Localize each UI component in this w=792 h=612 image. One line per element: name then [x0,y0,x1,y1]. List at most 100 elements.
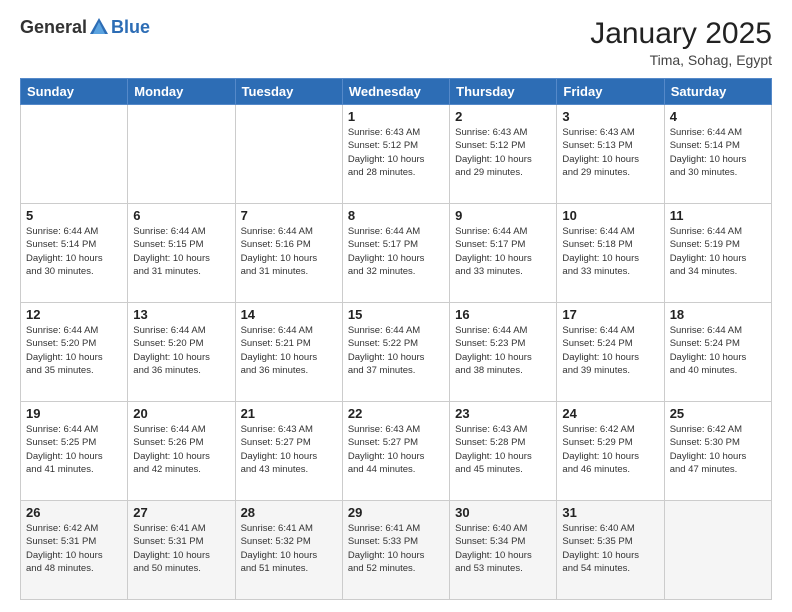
table-cell: 31 Sunrise: 6:40 AM Sunset: 5:35 PM Dayli… [557,501,664,600]
day-info: Sunrise: 6:44 AM Sunset: 5:26 PM Dayligh… [133,423,229,476]
table-cell: 6Sunrise: 6:44 AM Sunset: 5:15 PM Daylig… [128,204,235,303]
calendar-week-row: 1 Sunrise: 6:43 AM Sunset: 5:12 PM Daylig… [21,105,772,204]
day-number: 31 [562,505,658,520]
table-cell [235,105,342,204]
day-number: 30 [455,505,551,520]
table-cell: 15Sunrise: 6:44 AM Sunset: 5:22 PM Dayli… [342,303,449,402]
table-cell [128,105,235,204]
day-number: 12 [26,307,122,322]
day-info: Sunrise: 6:44 AM Sunset: 5:16 PM Dayligh… [241,225,337,278]
logo-icon [88,16,110,38]
table-cell: 27Sunrise: 6:41 AM Sunset: 5:31 PM Dayli… [128,501,235,600]
day-info: Sunrise: 6:44 AM Sunset: 5:20 PM Dayligh… [133,324,229,377]
day-number: 24 [562,406,658,421]
header-sunday: Sunday [21,79,128,105]
day-number: 8 [348,208,444,223]
month-title: January 2025 [590,16,772,52]
day-number: 29 [348,505,444,520]
day-info: Sunrise: 6:43 AM Sunset: 5:12 PM Dayligh… [455,126,551,179]
day-info: Sunrise: 6:44 AM Sunset: 5:18 PM Dayligh… [562,225,658,278]
table-cell: 29 Sunrise: 6:41 AM Sunset: 5:33 PM Dayli… [342,501,449,600]
day-info: Sunrise: 6:41 AM Sunset: 5:32 PM Dayligh… [241,522,337,575]
day-number: 11 [670,208,766,223]
day-number: 27 [133,505,229,520]
day-number: 2 [455,109,551,124]
table-cell: 11 Sunrise: 6:44 AM Sunset: 5:19 PM Dayli… [664,204,771,303]
day-info: Sunrise: 6:44 AM Sunset: 5:17 PM Dayligh… [348,225,444,278]
table-cell: 13Sunrise: 6:44 AM Sunset: 5:20 PM Dayli… [128,303,235,402]
day-number: 7 [241,208,337,223]
table-cell [664,501,771,600]
day-info: Sunrise: 6:41 AM Sunset: 5:33 PM Dayligh… [348,522,444,575]
day-info: Sunrise: 6:43 AM Sunset: 5:27 PM Dayligh… [348,423,444,476]
table-cell: 8 Sunrise: 6:44 AM Sunset: 5:17 PM Daylig… [342,204,449,303]
logo-general: General [20,17,87,38]
table-cell: 20 Sunrise: 6:44 AM Sunset: 5:26 PM Dayli… [128,402,235,501]
header-friday: Friday [557,79,664,105]
day-number: 21 [241,406,337,421]
day-number: 16 [455,307,551,322]
table-cell: 24 Sunrise: 6:42 AM Sunset: 5:29 PM Dayli… [557,402,664,501]
day-info: Sunrise: 6:44 AM Sunset: 5:22 PM Dayligh… [348,324,444,377]
table-cell: 5 Sunrise: 6:44 AM Sunset: 5:14 PM Daylig… [21,204,128,303]
table-cell: 28Sunrise: 6:41 AM Sunset: 5:32 PM Dayli… [235,501,342,600]
table-cell: 21 Sunrise: 6:43 AM Sunset: 5:27 PM Dayli… [235,402,342,501]
day-info: Sunrise: 6:44 AM Sunset: 5:17 PM Dayligh… [455,225,551,278]
day-info: Sunrise: 6:44 AM Sunset: 5:20 PM Dayligh… [26,324,122,377]
location-title: Tima, Sohag, Egypt [590,52,772,68]
header-thursday: Thursday [450,79,557,105]
table-cell: 7 Sunrise: 6:44 AM Sunset: 5:16 PM Daylig… [235,204,342,303]
table-cell: 19 Sunrise: 6:44 AM Sunset: 5:25 PM Dayli… [21,402,128,501]
table-cell: 17 Sunrise: 6:44 AM Sunset: 5:24 PM Dayli… [557,303,664,402]
day-info: Sunrise: 6:44 AM Sunset: 5:25 PM Dayligh… [26,423,122,476]
table-cell: 30 Sunrise: 6:40 AM Sunset: 5:34 PM Dayli… [450,501,557,600]
table-cell: 23 Sunrise: 6:43 AM Sunset: 5:28 PM Dayli… [450,402,557,501]
table-cell: 25Sunrise: 6:42 AM Sunset: 5:30 PM Dayli… [664,402,771,501]
calendar-week-row: 12 Sunrise: 6:44 AM Sunset: 5:20 PM Dayli… [21,303,772,402]
calendar-week-row: 5 Sunrise: 6:44 AM Sunset: 5:14 PM Daylig… [21,204,772,303]
header-tuesday: Tuesday [235,79,342,105]
table-cell: 1 Sunrise: 6:43 AM Sunset: 5:12 PM Daylig… [342,105,449,204]
day-info: Sunrise: 6:44 AM Sunset: 5:14 PM Dayligh… [670,126,766,179]
day-number: 5 [26,208,122,223]
logo: General Blue [20,16,150,38]
day-info: Sunrise: 6:40 AM Sunset: 5:34 PM Dayligh… [455,522,551,575]
day-info: Sunrise: 6:43 AM Sunset: 5:27 PM Dayligh… [241,423,337,476]
day-info: Sunrise: 6:42 AM Sunset: 5:31 PM Dayligh… [26,522,122,575]
day-info: Sunrise: 6:43 AM Sunset: 5:12 PM Dayligh… [348,126,444,179]
header-monday: Monday [128,79,235,105]
day-number: 9 [455,208,551,223]
day-number: 1 [348,109,444,124]
table-cell [21,105,128,204]
calendar-page: General Blue January 2025 Tima, Sohag, E… [0,0,792,612]
table-cell: 12 Sunrise: 6:44 AM Sunset: 5:20 PM Dayli… [21,303,128,402]
table-cell: 4 Sunrise: 6:44 AM Sunset: 5:14 PM Daylig… [664,105,771,204]
day-info: Sunrise: 6:40 AM Sunset: 5:35 PM Dayligh… [562,522,658,575]
table-cell: 10 Sunrise: 6:44 AM Sunset: 5:18 PM Dayli… [557,204,664,303]
day-info: Sunrise: 6:44 AM Sunset: 5:24 PM Dayligh… [562,324,658,377]
day-info: Sunrise: 6:44 AM Sunset: 5:15 PM Dayligh… [133,225,229,278]
table-cell: 14Sunrise: 6:44 AM Sunset: 5:21 PM Dayli… [235,303,342,402]
logo-blue: Blue [111,17,150,38]
day-info: Sunrise: 6:44 AM Sunset: 5:14 PM Dayligh… [26,225,122,278]
table-cell: 18Sunrise: 6:44 AM Sunset: 5:24 PM Dayli… [664,303,771,402]
day-number: 4 [670,109,766,124]
day-info: Sunrise: 6:44 AM Sunset: 5:19 PM Dayligh… [670,225,766,278]
day-number: 10 [562,208,658,223]
day-number: 20 [133,406,229,421]
calendar-table: Sunday Monday Tuesday Wednesday Thursday… [20,78,772,600]
day-number: 14 [241,307,337,322]
weekday-header-row: Sunday Monday Tuesday Wednesday Thursday… [21,79,772,105]
day-info: Sunrise: 6:42 AM Sunset: 5:29 PM Dayligh… [562,423,658,476]
header-wednesday: Wednesday [342,79,449,105]
table-cell: 2 Sunrise: 6:43 AM Sunset: 5:12 PM Daylig… [450,105,557,204]
day-number: 22 [348,406,444,421]
day-number: 19 [26,406,122,421]
day-info: Sunrise: 6:43 AM Sunset: 5:28 PM Dayligh… [455,423,551,476]
table-cell: 26Sunrise: 6:42 AM Sunset: 5:31 PM Dayli… [21,501,128,600]
day-number: 23 [455,406,551,421]
day-number: 17 [562,307,658,322]
header: General Blue January 2025 Tima, Sohag, E… [20,16,772,68]
header-saturday: Saturday [664,79,771,105]
table-cell: 22 Sunrise: 6:43 AM Sunset: 5:27 PM Dayli… [342,402,449,501]
